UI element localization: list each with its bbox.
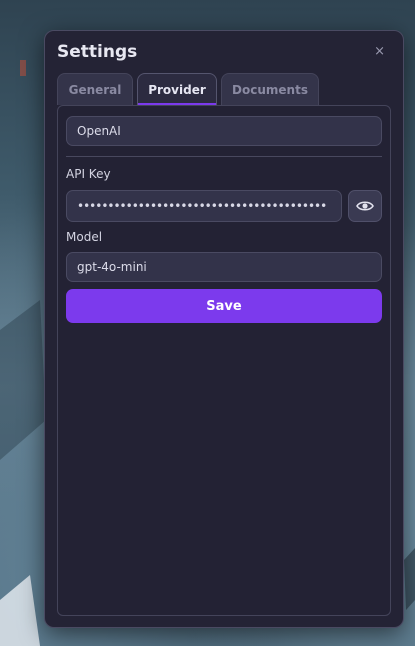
api-key-value: ••••••••••••••••••••••••••••••••••••••••…: [77, 199, 327, 213]
api-key-input[interactable]: ••••••••••••••••••••••••••••••••••••••••…: [66, 190, 342, 222]
settings-window: Settings × General Provider Documents Op…: [44, 30, 404, 628]
tab-general[interactable]: General: [57, 73, 133, 105]
api-key-label: API Key: [66, 167, 111, 181]
tab-documents[interactable]: Documents: [221, 73, 319, 105]
model-label: Model: [66, 230, 103, 244]
save-button[interactable]: Save: [66, 289, 382, 323]
close-icon[interactable]: ×: [374, 45, 385, 59]
eye-icon: [356, 201, 374, 211]
model-input[interactable]: gpt-4o-mini: [66, 252, 382, 282]
provider-select[interactable]: OpenAI: [66, 116, 382, 146]
divider: [66, 156, 382, 157]
tab-provider[interactable]: Provider: [137, 73, 217, 105]
provider-panel: OpenAI API Key •••••••••••••••••••••••••…: [57, 105, 391, 616]
reveal-key-button[interactable]: [348, 190, 382, 222]
window-title: Settings: [57, 42, 138, 62]
